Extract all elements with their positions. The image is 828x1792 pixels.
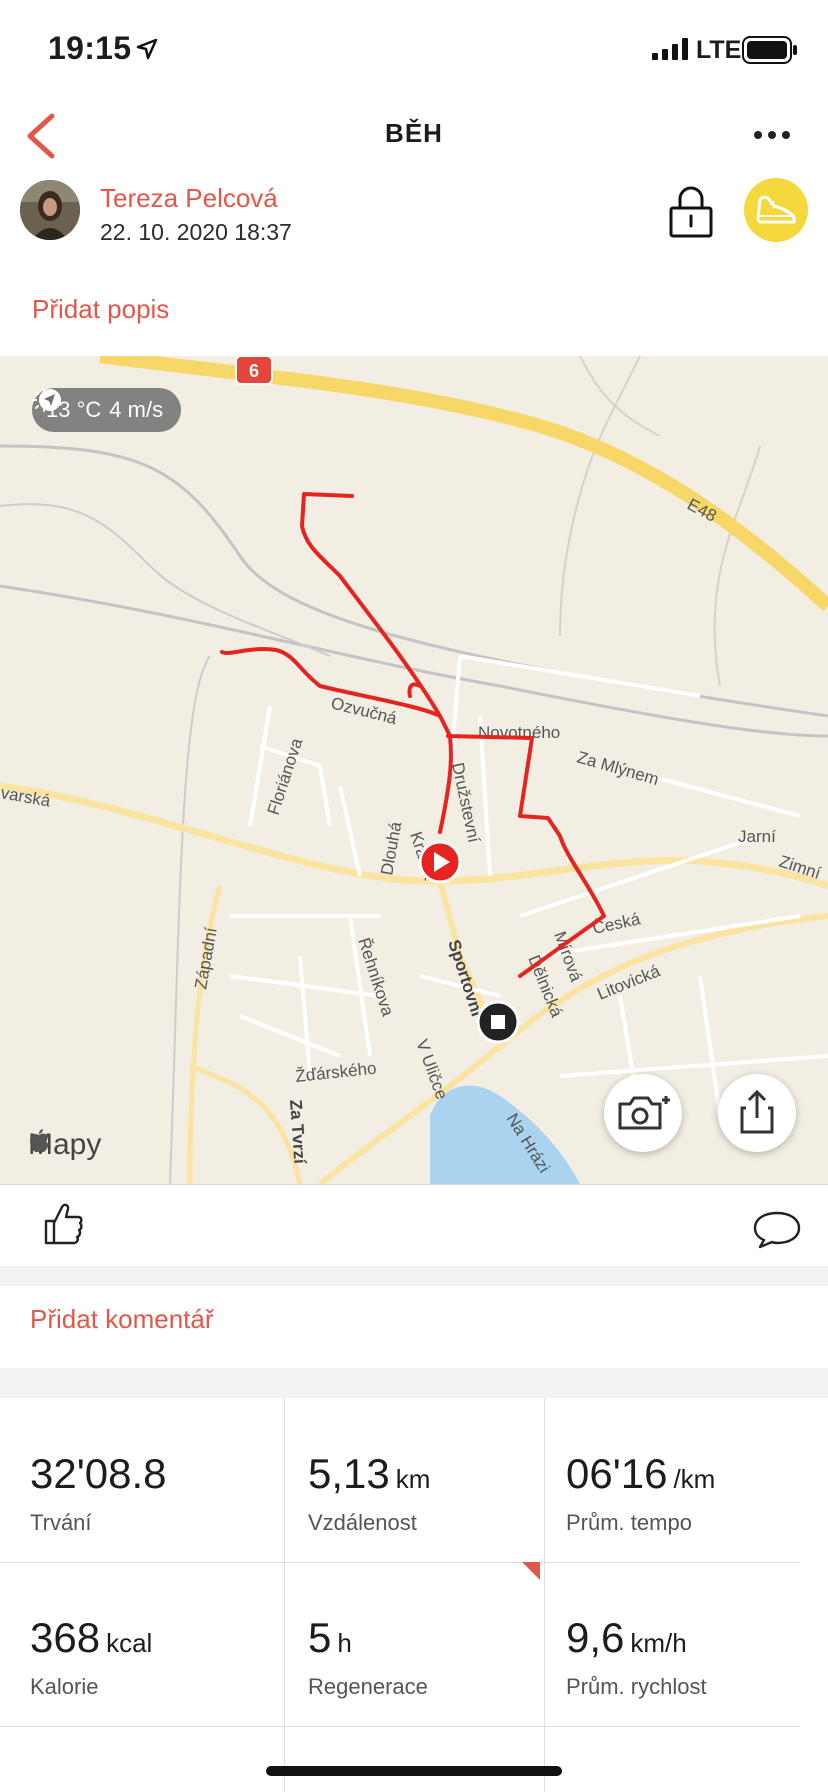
divider (0, 1562, 800, 1563)
map-canvas: 6 E48 Novotného Za Mlýnem Jarní Zimní va… (0, 356, 828, 1184)
share-icon (740, 1089, 774, 1134)
stat-value: 9,6 (566, 1614, 625, 1661)
stat-avg-pace: 06'16/km Prům. tempo (536, 1398, 794, 1562)
map-label: Litovická (594, 961, 663, 1004)
divider (0, 1726, 800, 1727)
map-label: Mírová (550, 929, 586, 985)
weather-chip: 13 °C 4 m/s (32, 388, 182, 432)
stat-label: Vzdálenost (308, 1510, 417, 1535)
camera-plus-icon (618, 1096, 670, 1130)
status-time: 19:15 (48, 30, 132, 66)
stat-label: Trvání (30, 1510, 92, 1535)
add-description-link[interactable]: Přidat popis (32, 294, 169, 325)
route-finish-icon (476, 1000, 520, 1044)
nav-bar: BĚH (0, 100, 828, 180)
map-label: Sportovní (444, 937, 487, 1020)
stat-value: 5,13 (308, 1450, 390, 1497)
stat-value: 06'16 (566, 1450, 668, 1497)
divider (284, 1398, 285, 1792)
avatar[interactable] (20, 180, 80, 240)
stat-value: 368 (30, 1614, 101, 1661)
stat-unit: km (395, 1464, 431, 1494)
stat-recovery: 5h Regenerace (278, 1562, 536, 1726)
map-attribution: Mapy (28, 1128, 101, 1162)
route-map[interactable]: 6 E48 Novotného Za Mlýnem Jarní Zimní va… (0, 356, 828, 1184)
divider (544, 1398, 545, 1792)
map-label: Západní (191, 926, 221, 991)
thumbs-up-icon[interactable] (42, 1199, 84, 1247)
map-label: varská (0, 783, 52, 811)
map-label: Za Mlýnem (575, 748, 661, 789)
stat-label: Kalorie (30, 1674, 99, 1699)
activity-date: 22. 10. 2020 18:37 (100, 219, 292, 245)
running-shoe-icon[interactable] (744, 178, 808, 242)
avatar-photo-icon (20, 180, 80, 240)
location-arrow-icon (136, 38, 158, 60)
user-name-link[interactable]: Tereza Pelcová (100, 183, 278, 214)
stat-label: Regenerace (308, 1674, 428, 1699)
route-start-icon (418, 840, 462, 884)
road-badge-label: 6 (249, 361, 259, 381)
stat-calories: 368 kcal Kalorie (0, 1562, 258, 1726)
stats-grid: 32'08.8 Trvání 5,13 km Vzdálenost 06'16/k… (0, 1398, 828, 1792)
map-label: Ozvučná (329, 693, 399, 728)
stat-unit: kcal (106, 1628, 153, 1658)
add-comment-link[interactable]: Přidat komentář (30, 1304, 214, 1335)
page-title: BĚH (385, 118, 443, 148)
stat-duration: 32'08.8 Trvání (0, 1398, 258, 1562)
stat-unit: /km (673, 1464, 716, 1494)
signal-icon (652, 38, 688, 60)
map-label: Žďárského (294, 1059, 377, 1086)
share-button[interactable] (718, 1074, 796, 1152)
map-label: Česká (591, 909, 643, 938)
reaction-bar (0, 1184, 828, 1266)
wind-speed: 4 m/s (109, 397, 164, 422)
map-label: V Uličce (412, 1037, 451, 1102)
stat-corner-marker (522, 1562, 540, 1580)
battery-icon (742, 36, 797, 64)
map-label: Družstevní (448, 761, 484, 845)
stat-avg-speed: 9,6 km/h Prům. rychlost (536, 1562, 794, 1726)
apple-logo-icon (30, 1129, 49, 1153)
stat-label: Prům. rychlost (566, 1674, 707, 1699)
stat-value: 32'08.8 (30, 1450, 167, 1497)
stat-value: 5 (308, 1614, 332, 1661)
map-label: Dlouhá (377, 820, 405, 877)
lock-icon[interactable] (668, 184, 714, 238)
comment-icon[interactable] (752, 1209, 802, 1249)
stat-distance: 5,13 km Vzdálenost (278, 1398, 536, 1562)
stat-unit: km/h (630, 1628, 687, 1658)
map-label: Jarní (738, 827, 776, 846)
add-photo-button[interactable] (604, 1074, 682, 1152)
more-options-icon[interactable] (752, 120, 792, 150)
separator (0, 1266, 828, 1286)
wind-direction-icon (39, 389, 61, 411)
separator (0, 1368, 828, 1398)
stat-unit: h (337, 1628, 352, 1658)
stat-label: Prům. tempo (566, 1510, 692, 1535)
home-indicator[interactable] (266, 1766, 562, 1776)
network-type: LTE (696, 36, 742, 64)
status-bar: 19:15 LTE (0, 0, 828, 100)
